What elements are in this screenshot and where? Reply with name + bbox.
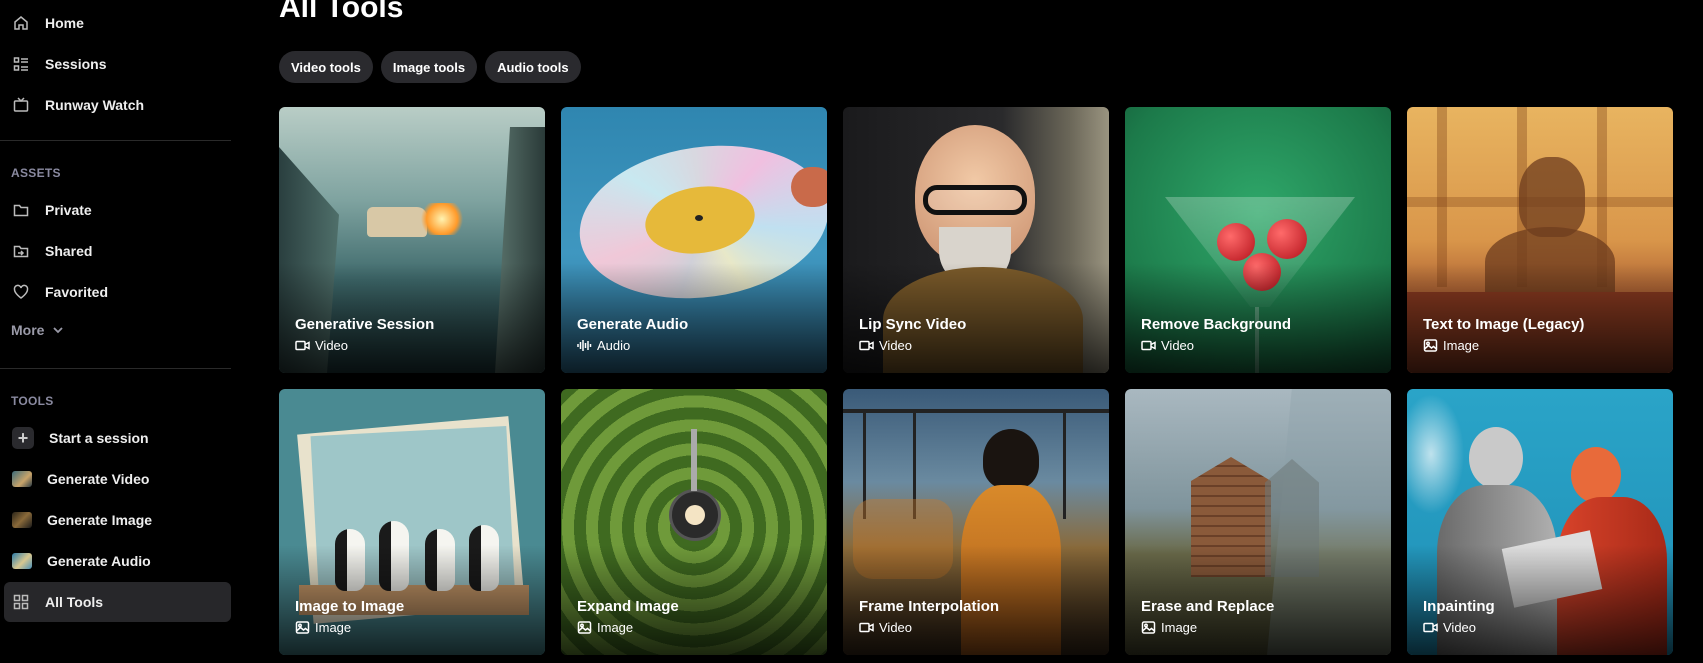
- sidebar-item-label: All Tools: [45, 594, 104, 610]
- tool-card-remove-background[interactable]: Remove Background Video: [1125, 107, 1391, 373]
- image-icon: [577, 621, 592, 634]
- card-title: Generative Session: [295, 316, 435, 333]
- generate-image-thumbnail: [12, 512, 32, 528]
- tool-card-erase-and-replace[interactable]: Erase and Replace Image: [1125, 389, 1391, 655]
- card-title: Frame Interpolation: [859, 598, 1000, 615]
- generate-video-thumbnail: [12, 471, 32, 487]
- sidebar-item-generate-audio[interactable]: Generate Audio: [4, 541, 231, 581]
- sidebar-item-label: Sessions: [45, 56, 107, 72]
- sessions-icon: [12, 55, 30, 73]
- card-title: Lip Sync Video: [859, 316, 967, 333]
- sidebar-item-label: Generate Image: [47, 512, 153, 528]
- tv-icon: [12, 96, 30, 114]
- sidebar-item-all-tools[interactable]: All Tools: [4, 582, 231, 622]
- card-type-label: Video: [315, 338, 349, 353]
- sidebar-item-label: Start a session: [49, 430, 149, 446]
- sidebar-item-runway-watch[interactable]: Runway Watch: [4, 85, 231, 125]
- card-type: Image: [295, 620, 351, 635]
- tool-card-lip-sync-video[interactable]: Lip Sync Video Video: [843, 107, 1109, 373]
- folder-icon: [12, 201, 30, 219]
- assets-section-label: ASSETS: [11, 166, 61, 180]
- sidebar-divider: [0, 368, 231, 369]
- card-type-label: Video: [879, 338, 913, 353]
- card-title: Generate Audio: [577, 316, 689, 333]
- image-icon: [295, 621, 310, 634]
- sidebar-item-shared[interactable]: Shared: [4, 231, 231, 271]
- card-type: Video: [1141, 338, 1194, 353]
- sidebar-item-label: Shared: [45, 243, 93, 259]
- video-icon: [859, 340, 874, 351]
- card-title: Erase and Replace: [1141, 598, 1275, 615]
- card-type: Video: [859, 338, 912, 353]
- heart-icon: [12, 283, 30, 301]
- card-title: Expand Image: [577, 598, 679, 615]
- home-icon: [12, 14, 30, 32]
- sidebar: Home Sessions Runway Watch ASSETS Privat…: [0, 0, 240, 663]
- filter-image-tools[interactable]: Image tools: [380, 51, 478, 83]
- audio-waveform-icon: [577, 340, 592, 351]
- sidebar-item-generate-image[interactable]: Generate Image: [4, 500, 231, 540]
- card-type-label: Audio: [597, 338, 631, 353]
- card-type: Video: [859, 620, 912, 635]
- tools-grid: Generative Session Video Generate Audio …: [279, 107, 1673, 655]
- sidebar-item-home[interactable]: Home: [4, 3, 231, 43]
- video-icon: [1141, 340, 1156, 351]
- card-title: Inpainting: [1423, 598, 1495, 615]
- page-title: All Tools: [279, 0, 404, 24]
- chevron-down-icon: [53, 327, 64, 334]
- card-title: Text to Image (Legacy): [1423, 316, 1585, 333]
- card-type: Image: [577, 620, 633, 635]
- tool-card-generative-session[interactable]: Generative Session Video: [279, 107, 545, 373]
- sidebar-item-sessions[interactable]: Sessions: [4, 44, 231, 84]
- sidebar-item-favorited[interactable]: Favorited: [4, 272, 231, 312]
- card-type-label: Video: [879, 620, 913, 635]
- video-icon: [859, 622, 874, 633]
- card-type-label: Image: [597, 620, 634, 635]
- filter-audio-tools[interactable]: Audio tools: [485, 51, 581, 83]
- card-type: Video: [1423, 620, 1476, 635]
- sidebar-item-label: Runway Watch: [45, 97, 145, 113]
- image-icon: [1141, 621, 1156, 634]
- card-type-label: Image: [315, 620, 352, 635]
- sidebar-item-label: Home: [45, 15, 84, 31]
- card-title: Image to Image: [295, 598, 405, 615]
- grid-icon: [12, 593, 30, 611]
- card-type-label: Image: [1443, 338, 1480, 353]
- plus-icon: +: [12, 427, 34, 449]
- sidebar-item-label: Favorited: [45, 284, 109, 300]
- card-type: Image: [1423, 338, 1479, 353]
- card-title: Remove Background: [1141, 316, 1292, 333]
- tool-card-expand-image[interactable]: Expand Image Image: [561, 389, 827, 655]
- sidebar-item-start-session[interactable]: + Start a session: [4, 418, 231, 458]
- sidebar-item-label: Private: [45, 202, 92, 218]
- tool-card-frame-interpolation[interactable]: Frame Interpolation Video: [843, 389, 1109, 655]
- sidebar-divider: [0, 140, 231, 141]
- generate-audio-thumbnail: [12, 553, 32, 569]
- card-type: Image: [1141, 620, 1197, 635]
- card-type-label: Image: [1161, 620, 1198, 635]
- card-type-label: Video: [1161, 338, 1195, 353]
- tool-card-image-to-image[interactable]: Image to Image Image: [279, 389, 545, 655]
- sidebar-item-generate-video[interactable]: Generate Video: [4, 459, 231, 499]
- card-type-label: Video: [1443, 620, 1477, 635]
- more-label: More: [11, 322, 45, 338]
- card-type: Audio: [577, 338, 630, 353]
- sidebar-item-private[interactable]: Private: [4, 190, 231, 230]
- more-toggle[interactable]: More: [11, 322, 64, 338]
- filter-video-tools[interactable]: Video tools: [279, 51, 373, 83]
- tool-card-inpainting[interactable]: Inpainting Video: [1407, 389, 1673, 655]
- tool-card-generate-audio[interactable]: Generate Audio Audio: [561, 107, 827, 373]
- card-type: Video: [295, 338, 348, 353]
- sidebar-item-label: Generate Audio: [47, 553, 151, 569]
- filter-chips: Video tools Image tools Audio tools: [279, 51, 581, 83]
- tools-section-label: TOOLS: [11, 394, 54, 408]
- sidebar-item-label: Generate Video: [47, 471, 150, 487]
- shared-folder-icon: [12, 242, 30, 260]
- tool-card-text-to-image-legacy[interactable]: Text to Image (Legacy) Image: [1407, 107, 1673, 373]
- video-icon: [295, 340, 310, 351]
- image-icon: [1423, 339, 1438, 352]
- video-icon: [1423, 622, 1438, 633]
